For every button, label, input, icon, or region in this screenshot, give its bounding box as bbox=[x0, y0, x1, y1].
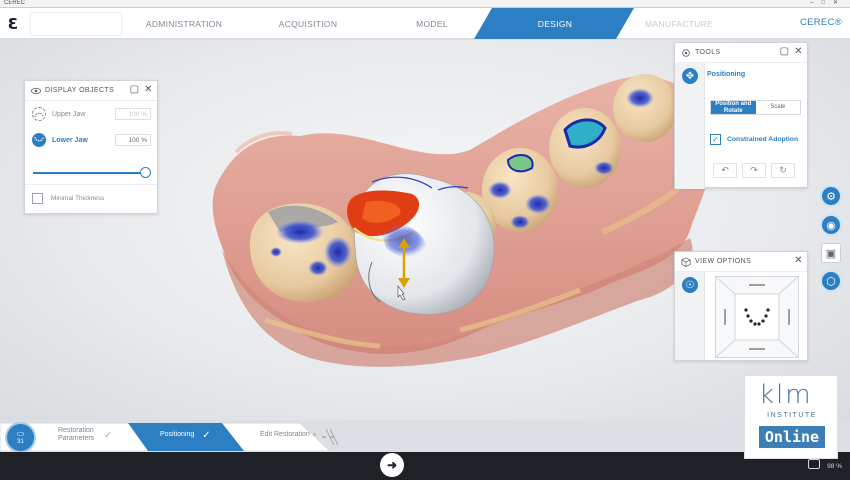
klm-institute-logo: klm INSTITUTE Online bbox=[744, 375, 838, 459]
app-logo-icon: Ɛ bbox=[7, 15, 19, 33]
view-cube-icon[interactable]: ⬡ bbox=[820, 270, 842, 292]
positioning-label: Positioning bbox=[707, 71, 746, 78]
restoration-badge[interactable]: ▭ 31 bbox=[5, 422, 36, 453]
close-icon[interactable]: ✕ bbox=[793, 47, 804, 58]
scale-option[interactable]: Scale bbox=[755, 101, 800, 114]
window-controls[interactable]: –□✕ bbox=[810, 0, 846, 7]
pending-dot-icon: ● bbox=[312, 432, 317, 438]
lower-jaw-row[interactable]: Lower Jaw 100 % bbox=[25, 129, 157, 151]
substep-edit-restoration[interactable]: Edit Restoration ● bbox=[260, 419, 330, 451]
battery-level: 98 % bbox=[827, 463, 842, 470]
display-objects-title: DISPLAY OBJECTS bbox=[45, 87, 115, 94]
undo-redo-group: ↶ ↷ ↻ bbox=[713, 163, 795, 178]
slider-track bbox=[33, 172, 146, 174]
view-options-panel: VIEW OPTIONS ✕ ☉ bbox=[674, 251, 808, 361]
workflow-step-manufacture[interactable]: MANUFACTURE bbox=[624, 8, 734, 39]
substep-label: Positioning bbox=[160, 430, 195, 438]
substep-label: Edit Restoration bbox=[260, 430, 310, 438]
klm-letters: klm bbox=[759, 380, 813, 410]
view-options-sidebar: ☉ bbox=[675, 272, 705, 360]
positioning-mode-toggle[interactable]: Position and Rotate Scale bbox=[710, 100, 801, 115]
undo-icon[interactable]: ↶ bbox=[713, 163, 737, 178]
display-objects-header: DISPLAY OBJECTS ▢ ✕ bbox=[25, 81, 157, 101]
lower-jaw-icon bbox=[32, 133, 46, 147]
check-icon: ✓ bbox=[202, 429, 211, 441]
back-arrow-icon[interactable]: ➜ bbox=[380, 453, 404, 477]
workflow-step-model[interactable]: MODEL bbox=[378, 8, 486, 39]
redo-icon[interactable]: ↷ bbox=[742, 163, 766, 178]
visibility-eye-icon[interactable]: ◉ bbox=[820, 214, 842, 236]
display-objects-panel: DISPLAY OBJECTS ▢ ✕ Upper Jaw 100 % Lowe… bbox=[24, 80, 158, 214]
settings-gear-icon[interactable]: ⚙ bbox=[820, 185, 842, 207]
screenshot-icon[interactable]: ▣ bbox=[821, 243, 841, 263]
positioning-move-icon[interactable]: ✥ bbox=[682, 68, 698, 84]
tools-header: TOOLS ▢ ✕ bbox=[675, 43, 807, 63]
close-icon[interactable]: ✕ bbox=[143, 85, 154, 96]
workflow-bar: Ɛ ADMINISTRATION ACQUISITION MODEL DESIG… bbox=[0, 8, 850, 39]
window-title: CEREC bbox=[4, 0, 26, 6]
cerec-brand: CEREC® bbox=[799, 17, 842, 28]
constrained-adoption-row[interactable]: ✓ Constrained Adoption bbox=[710, 134, 798, 145]
lower-jaw-label: Lower Jaw bbox=[52, 136, 88, 144]
constrained-adoption-label: Constrained Adoption bbox=[727, 136, 799, 143]
substep-restoration-parameters[interactable]: Restoration Parameters ✓ bbox=[58, 419, 128, 451]
view-options-header: VIEW OPTIONS ✕ bbox=[675, 252, 807, 272]
pin-panel-icon[interactable]: ▢ bbox=[779, 47, 790, 58]
view-options-title: VIEW OPTIONS bbox=[695, 258, 752, 265]
os-titlebar: CEREC –□✕ bbox=[0, 0, 850, 8]
position-rotate-option[interactable]: Position and Rotate bbox=[711, 101, 756, 114]
workflow-step-design[interactable]: DESIGN bbox=[500, 8, 610, 39]
slider-thumb[interactable] bbox=[140, 167, 151, 178]
notification-icon[interactable] bbox=[808, 459, 820, 469]
practice-logo-area bbox=[30, 12, 122, 36]
upper-jaw-opacity-field[interactable]: 100 % bbox=[115, 108, 151, 120]
minimal-thickness-label: Minimal Thickness bbox=[51, 194, 105, 202]
lower-jaw-opacity-field[interactable]: 100 % bbox=[115, 134, 151, 146]
upper-jaw-label: Upper Jaw bbox=[52, 110, 86, 118]
tooth-view-icon[interactable]: ☉ bbox=[682, 277, 698, 293]
cube-icon bbox=[681, 256, 691, 267]
jaw-arch-icon bbox=[34, 112, 44, 118]
klm-online-tag: Online bbox=[759, 426, 825, 448]
reset-icon[interactable]: ↻ bbox=[771, 163, 795, 178]
upper-jaw-row[interactable]: Upper Jaw 100 % bbox=[25, 103, 157, 125]
check-icon: ✓ bbox=[104, 429, 113, 441]
substep-positioning[interactable]: Positioning ✓ bbox=[160, 419, 230, 451]
restoration-number: 31 bbox=[17, 438, 24, 445]
view-direction-cube[interactable] bbox=[715, 276, 799, 358]
tools-panel: TOOLS ▢ ✕ ✥ Positioning Position and Rot… bbox=[674, 42, 808, 189]
restoration-tooth-icon: ▭ bbox=[16, 428, 25, 438]
tools-gear-icon bbox=[682, 48, 690, 57]
upper-jaw-icon bbox=[32, 107, 46, 121]
eye-icon bbox=[31, 87, 41, 94]
pin-panel-icon[interactable]: ▢ bbox=[129, 85, 140, 96]
jaw-arch-icon bbox=[34, 136, 44, 142]
tooth-molar-back bbox=[613, 74, 677, 142]
close-icon[interactable]: ✕ bbox=[793, 256, 804, 267]
workflow-step-administration[interactable]: ADMINISTRATION bbox=[130, 8, 238, 39]
constrained-adoption-checkbox[interactable]: ✓ bbox=[710, 134, 721, 145]
opacity-slider[interactable] bbox=[33, 167, 151, 178]
workflow-step-acquisition[interactable]: ACQUISITION bbox=[254, 8, 362, 39]
tooth-molar-2 bbox=[549, 108, 621, 188]
klm-institute-text: INSTITUTE bbox=[767, 412, 817, 419]
substep-label: Restoration Parameters bbox=[58, 426, 95, 443]
taskbar bbox=[0, 452, 850, 480]
tools-sidebar: ✥ bbox=[675, 63, 705, 189]
minimal-thickness-checkbox[interactable] bbox=[32, 193, 43, 204]
right-tool-strip: ⚙ ◉ ▣ ⬡ bbox=[820, 185, 846, 299]
tools-title: TOOLS bbox=[695, 49, 721, 56]
minimal-thickness-row[interactable]: Minimal Thickness bbox=[25, 184, 157, 212]
